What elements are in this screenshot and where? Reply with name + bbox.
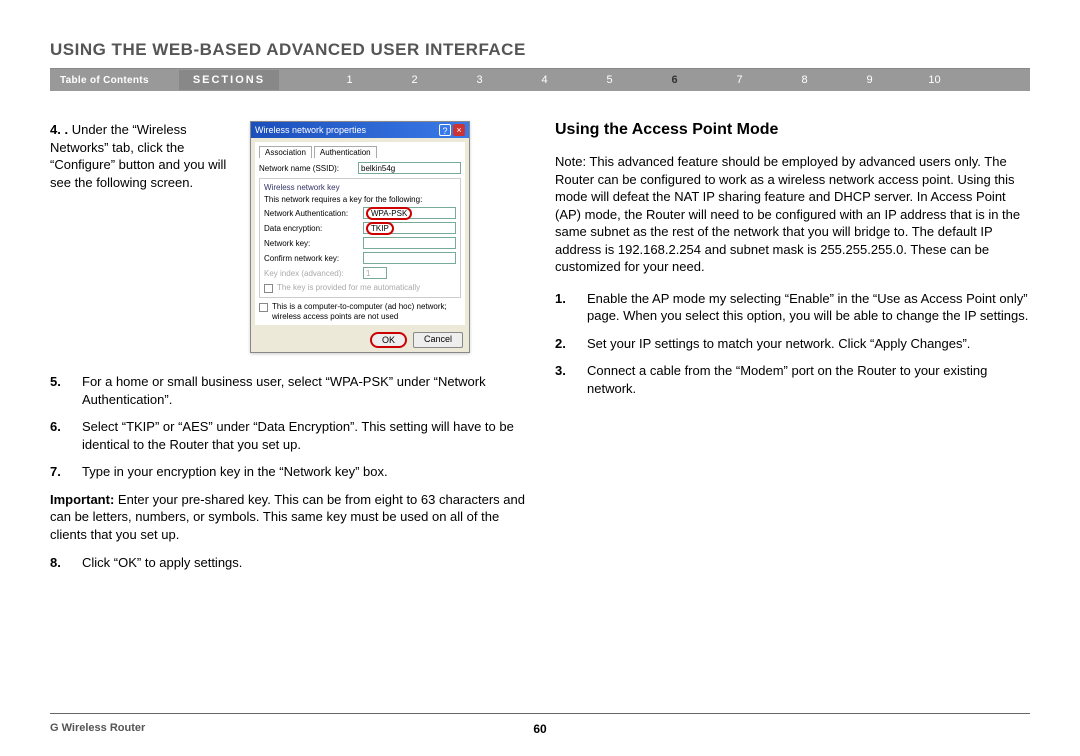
index-label: Key index (advanced): bbox=[264, 269, 359, 278]
ssid-label: Network name (SSID): bbox=[259, 164, 354, 173]
key-label: Network key: bbox=[264, 239, 359, 248]
list-item: 8. Click “OK” to apply settings. bbox=[50, 554, 525, 572]
tab-authentication[interactable]: Authentication bbox=[314, 146, 377, 158]
page-title: USING THE WEB-BASED ADVANCED USER INTERF… bbox=[50, 40, 1030, 60]
important-note: Important: Enter your pre-shared key. Th… bbox=[50, 491, 525, 544]
index-input: 1 bbox=[363, 267, 387, 279]
group-title: Wireless network key bbox=[264, 183, 456, 192]
list-item: 6.Select “TKIP” or “AES” under “Data Enc… bbox=[50, 418, 525, 453]
tab-association[interactable]: Association bbox=[259, 146, 312, 158]
section-link-5[interactable]: 5 bbox=[577, 74, 642, 86]
section-link-10[interactable]: 10 bbox=[902, 74, 967, 86]
wireless-properties-dialog: Wireless network properties ? × Associat… bbox=[250, 121, 470, 353]
note-paragraph: Note: This advanced feature should be em… bbox=[555, 153, 1030, 276]
help-icon[interactable]: ? bbox=[439, 124, 451, 136]
close-icon[interactable]: × bbox=[453, 124, 465, 136]
right-column: Using the Access Point Mode Note: This a… bbox=[555, 121, 1030, 581]
list-item: 1.Enable the AP mode my selecting “Enabl… bbox=[555, 290, 1030, 325]
left-column: 4. . Under the “Wireless Networks” tab, … bbox=[50, 121, 525, 581]
enc-label: Data encryption: bbox=[264, 224, 359, 233]
dialog-titlebar: Wireless network properties ? × bbox=[251, 122, 469, 138]
confirm-input[interactable] bbox=[363, 252, 456, 264]
page-footer: G Wireless Router 60 bbox=[50, 713, 1030, 734]
auth-label: Network Authentication: bbox=[264, 209, 359, 218]
enc-select[interactable]: TKIP bbox=[363, 222, 456, 234]
adhoc-label: This is a computer-to-computer (ad hoc) … bbox=[272, 302, 461, 321]
page-number: 60 bbox=[533, 722, 546, 736]
section-numbers: 12345678910 bbox=[317, 74, 967, 86]
cancel-button[interactable]: Cancel bbox=[413, 332, 463, 348]
list-item: 3.Connect a cable from the “Modem” port … bbox=[555, 362, 1030, 397]
section-link-2[interactable]: 2 bbox=[382, 74, 447, 86]
list-item: 2.Set your IP settings to match your net… bbox=[555, 335, 1030, 353]
auto-label: The key is provided for me automatically bbox=[277, 283, 420, 293]
list-item: 7.Type in your encryption key in the “Ne… bbox=[50, 463, 525, 481]
section-link-4[interactable]: 4 bbox=[512, 74, 577, 86]
product-name: G Wireless Router bbox=[50, 722, 145, 734]
adhoc-checkbox[interactable] bbox=[259, 303, 268, 312]
list-item: 5.For a home or small business user, sel… bbox=[50, 373, 525, 408]
toc-link[interactable]: Table of Contents bbox=[60, 75, 149, 86]
section-link-1[interactable]: 1 bbox=[317, 74, 382, 86]
req-text: This network requires a key for the foll… bbox=[264, 195, 456, 204]
ssid-input[interactable]: belkin54g bbox=[358, 162, 461, 174]
section-link-6[interactable]: 6 bbox=[642, 74, 707, 86]
section-link-7[interactable]: 7 bbox=[707, 74, 772, 86]
key-input[interactable] bbox=[363, 237, 456, 249]
sections-label: SECTIONS bbox=[179, 70, 279, 90]
auto-checkbox bbox=[264, 284, 273, 293]
step-4-text: 4. . Under the “Wireless Networks” tab, … bbox=[50, 121, 240, 191]
section-link-9[interactable]: 9 bbox=[837, 74, 902, 86]
section-link-3[interactable]: 3 bbox=[447, 74, 512, 86]
auth-select[interactable]: WPA-PSK bbox=[363, 207, 456, 219]
section-link-8[interactable]: 8 bbox=[772, 74, 837, 86]
section-heading: Using the Access Point Mode bbox=[555, 121, 1030, 139]
confirm-label: Confirm network key: bbox=[264, 254, 359, 263]
ok-button[interactable]: OK bbox=[370, 332, 407, 348]
section-nav: Table of Contents SECTIONS 12345678910 bbox=[50, 69, 1030, 91]
